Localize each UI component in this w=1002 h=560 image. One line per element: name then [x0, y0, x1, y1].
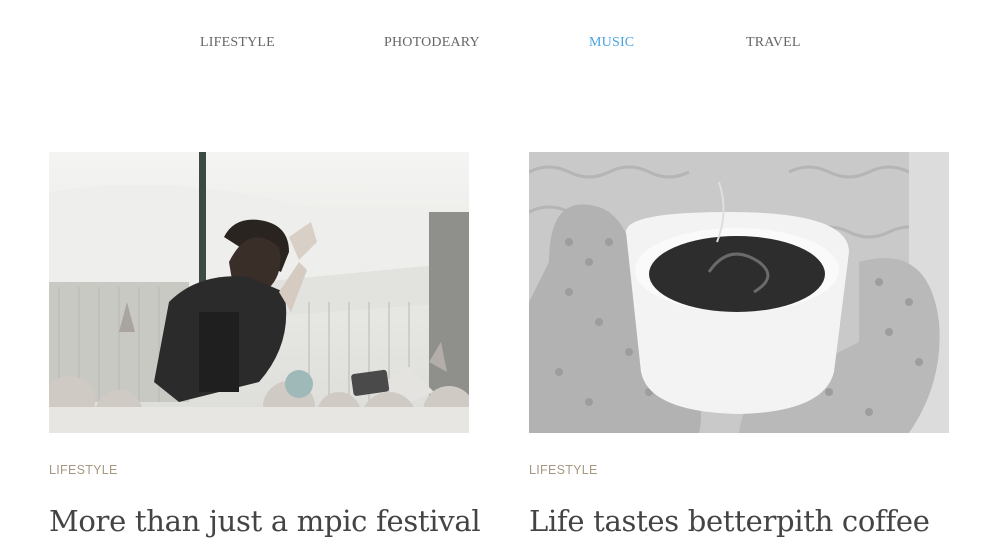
festival-crowd-image: [49, 152, 469, 433]
nav-item-music[interactable]: MUSIC: [589, 35, 634, 51]
nav-item-lifestyle[interactable]: LIFESTYLE: [200, 35, 275, 51]
nav-item-photodeary[interactable]: PHOTODEARY: [384, 35, 480, 51]
post-category[interactable]: LIFESTYLE: [49, 463, 118, 477]
post-card: LIFESTYLE Life tastes betterpith coffee: [529, 152, 949, 560]
post-category[interactable]: LIFESTYLE: [529, 463, 598, 477]
coffee-cup-image: [529, 152, 949, 433]
post-title[interactable]: More than just a mpic festival: [49, 504, 481, 538]
post-title[interactable]: Life tastes betterpith coffee: [529, 504, 930, 538]
post-card: LIFESTYLE More than just a mpic festival: [49, 152, 481, 560]
nav-item-travel[interactable]: TRAVEL: [746, 35, 801, 51]
post-thumbnail-coffee[interactable]: [529, 152, 949, 433]
post-thumbnail-festival[interactable]: [49, 152, 469, 433]
category-nav: LIFESTYLE PHOTODEARY MUSIC TRAVEL: [0, 35, 1002, 55]
